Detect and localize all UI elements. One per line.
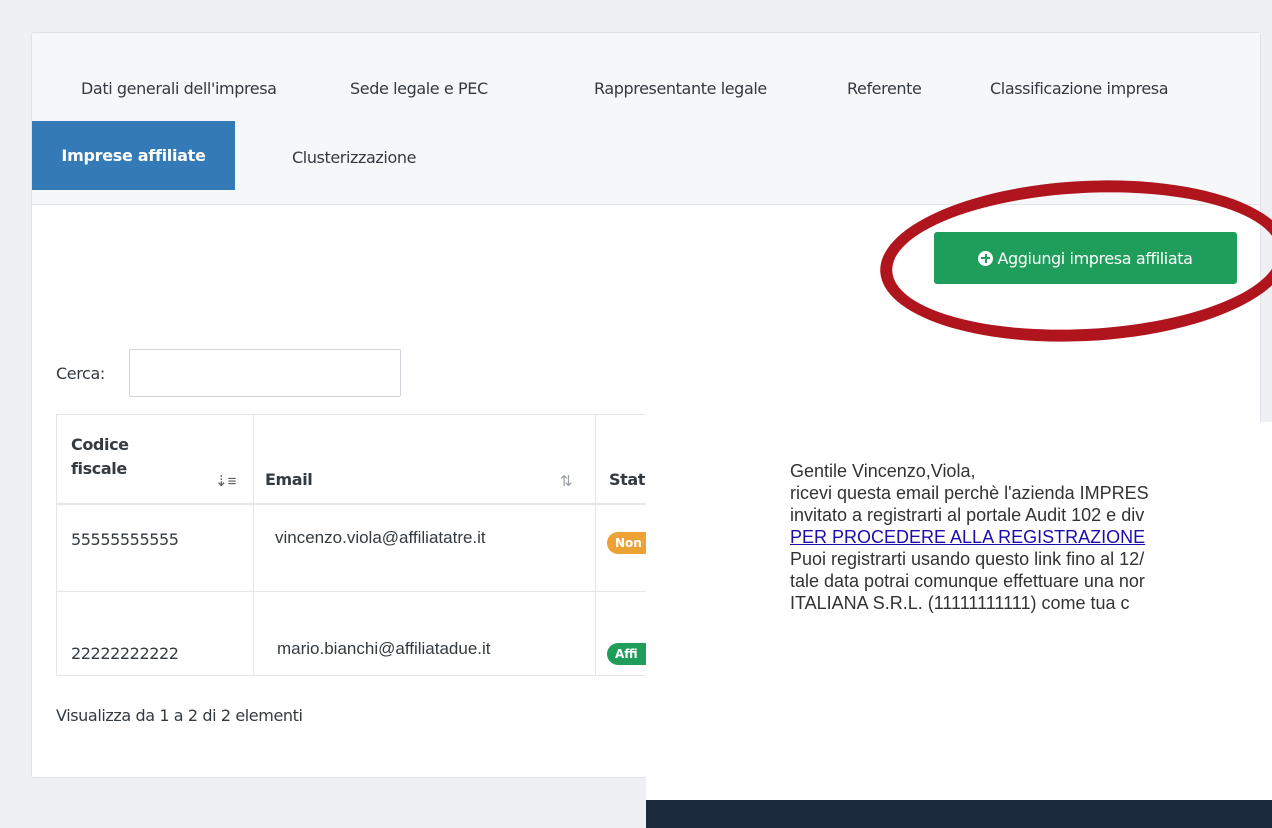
email-line: Gentile Vincenzo,Viola, bbox=[790, 461, 976, 481]
tab-imprese-affiliate[interactable]: Imprese affiliate bbox=[32, 121, 235, 190]
email-footer-bar bbox=[646, 800, 1272, 828]
table-row-1-codice-fiscale: 55555555555 bbox=[71, 530, 179, 549]
sort-both-icon[interactable]: ⇅ bbox=[560, 472, 573, 490]
tab-sede-legale[interactable]: Sede legale e PEC bbox=[350, 79, 488, 99]
column-header-codice-fiscale[interactable]: Codice fiscale bbox=[71, 433, 191, 481]
tab-classificazione-impresa[interactable]: Classificazione impresa bbox=[990, 79, 1169, 99]
tab-clusterizzazione[interactable]: Clusterizzazione bbox=[292, 148, 416, 168]
email-line: tale data potrai comunque effettuare una… bbox=[790, 571, 1145, 591]
email-preview: Gentile Vincenzo,Viola, ricevi questa em… bbox=[646, 422, 1272, 828]
search-label: Cerca: bbox=[56, 364, 105, 383]
table-row-2-email: mario.bianchi@affiliatadue.it bbox=[277, 639, 491, 658]
tab-referente[interactable]: Referente bbox=[847, 79, 922, 99]
table-info: Visualizza da 1 a 2 di 2 elementi bbox=[56, 706, 303, 725]
table-row-1-email: vincenzo.viola@affiliatatre.it bbox=[275, 528, 486, 547]
email-body: Gentile Vincenzo,Viola, ricevi questa em… bbox=[790, 460, 1272, 614]
column-header-stato[interactable]: Stat bbox=[609, 468, 645, 492]
status-badge: Affi bbox=[607, 643, 651, 665]
column-header-email[interactable]: Email bbox=[265, 468, 313, 492]
table-row-2-codice-fiscale: 22222222222 bbox=[71, 644, 179, 663]
email-line: ITALIANA S.R.L. (11111111111) come tua c bbox=[790, 593, 1130, 613]
email-line: invitato a registrarti al portale Audit … bbox=[790, 505, 1145, 525]
registration-link[interactable]: PER PROCEDERE ALLA REGISTRAZIONE bbox=[790, 526, 1272, 548]
tab-bar: Dati generali dell'impresa Sede legale e… bbox=[32, 33, 1260, 205]
tab-dati-generali[interactable]: Dati generali dell'impresa bbox=[81, 79, 277, 99]
email-line: ricevi questa email perchè l'azienda IMP… bbox=[790, 483, 1149, 503]
sort-desc-icon[interactable]: ⇣≡ bbox=[215, 472, 236, 490]
status-badge: Non bbox=[607, 532, 651, 554]
email-line: Puoi registrarti usando questo link fino… bbox=[790, 549, 1145, 569]
search-input[interactable] bbox=[129, 349, 401, 397]
tab-rappresentante-legale[interactable]: Rappresentante legale bbox=[594, 79, 767, 99]
affiliates-table: Codice fiscale ⇣≡ Email ⇅ Stat 555555555… bbox=[56, 414, 651, 676]
